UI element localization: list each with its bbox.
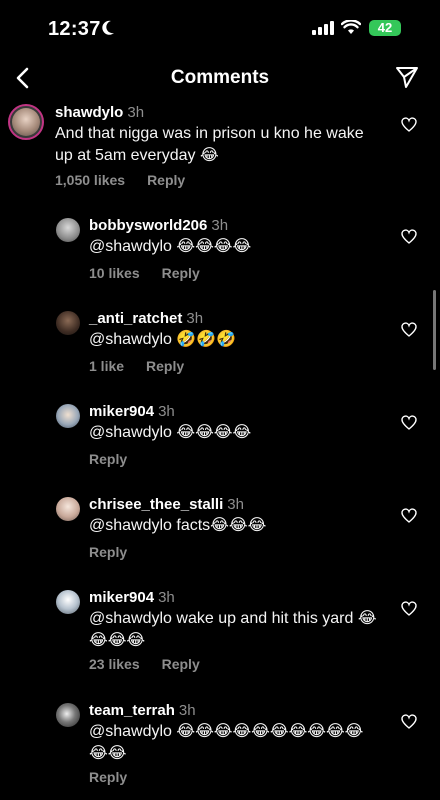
like-count[interactable]: 1,050 likes <box>55 172 125 188</box>
comment-meta: 1,050 likes Reply <box>55 172 185 188</box>
comment-meta: Reply <box>89 544 127 560</box>
comment-username[interactable]: miker904 3h <box>89 403 175 420</box>
reply-button[interactable]: Reply <box>89 769 127 785</box>
avatar[interactable] <box>56 311 80 335</box>
heart-icon[interactable] <box>401 714 417 729</box>
comment-meta: Reply <box>89 451 127 467</box>
comment-username[interactable]: chrisee_thee_stalli 3h <box>89 496 244 513</box>
avatar[interactable] <box>56 590 80 614</box>
wifi-icon <box>341 20 361 34</box>
comment-text: @shawdylo 🤣🤣🤣 <box>89 331 237 348</box>
comment-time: 3h <box>158 403 175 420</box>
comment-time: 3h <box>127 104 145 121</box>
like-count[interactable]: 10 likes <box>89 265 140 281</box>
comment-time: 3h <box>211 217 229 234</box>
avatar[interactable] <box>56 404 80 428</box>
reply-button[interactable]: Reply <box>162 265 200 281</box>
status-time: 12:37 <box>48 18 101 40</box>
reply-comment: miker904 3h @shawdylo wake up and hit thi… <box>0 582 440 692</box>
cellular-signal-icon <box>312 21 334 35</box>
moon-icon <box>102 20 114 35</box>
comment-text: @shawdylo 😂😂😂😂 <box>89 424 252 441</box>
comment-username[interactable]: _anti_ratchet 3h <box>89 310 203 327</box>
comment-meta: 1 like Reply <box>89 358 184 374</box>
comment-time: 3h <box>186 310 204 327</box>
avatar[interactable] <box>56 703 80 727</box>
heart-icon[interactable] <box>401 601 417 616</box>
page-title: Comments <box>170 67 270 88</box>
avatar[interactable] <box>8 104 44 140</box>
like-count[interactable]: 23 likes <box>89 656 140 672</box>
avatar[interactable] <box>56 497 80 521</box>
comment-meta: Reply <box>89 769 127 785</box>
comment-username[interactable]: team_terrah 3h <box>89 702 196 719</box>
comment-username[interactable]: bobbysworld206 3h <box>89 217 228 234</box>
reply-button[interactable]: Reply <box>89 451 127 467</box>
comment-text: @shawdylo 😂😂😂😂 <box>89 238 252 255</box>
comment-time: 3h <box>227 496 244 513</box>
scrollbar[interactable] <box>433 290 436 370</box>
reply-button[interactable]: Reply <box>162 656 200 672</box>
comment-username[interactable]: shawdylo 3h <box>55 104 144 121</box>
like-count[interactable]: 1 like <box>89 358 124 374</box>
battery-indicator: 42 <box>369 20 401 36</box>
comment-time: 3h <box>158 589 175 606</box>
heart-icon[interactable] <box>401 229 417 244</box>
main-comment: shawdylo 3h And that nigga was in prison … <box>0 100 440 200</box>
reply-button[interactable]: Reply <box>147 172 185 188</box>
status-bar: 12:37 42 <box>0 0 440 56</box>
heart-icon[interactable] <box>401 508 417 523</box>
heart-icon[interactable] <box>401 117 417 132</box>
comment-text: @shawdylo wake up and hit this yard 😂😂😂😂 <box>89 610 377 649</box>
comment-text: @shawdylo 😂😂😂😂😂😂😂😂😂😂😂😂 <box>89 723 364 762</box>
comment-text: And that nigga was in prison u kno he wa… <box>55 125 364 164</box>
heart-icon[interactable] <box>401 415 417 430</box>
send-icon[interactable] <box>394 64 420 90</box>
reply-button[interactable]: Reply <box>89 544 127 560</box>
reply-comment: miker904 3h @shawdylo 😂😂😂😂 Reply <box>0 396 440 482</box>
comment-username[interactable]: miker904 3h <box>89 589 175 606</box>
comment-time: 3h <box>178 702 196 719</box>
reply-comment: chrisee_thee_stalli 3h @shawdylo facts😂😂😂… <box>0 489 440 575</box>
reply-comment: bobbysworld206 3h @shawdylo 😂😂😂😂 10 likes… <box>0 210 440 296</box>
reply-comment: team_terrah 3h @shawdylo 😂😂😂😂😂😂😂😂😂😂😂😂 Rep… <box>0 695 440 800</box>
header: Comments <box>0 56 440 100</box>
battery-level: 42 <box>377 20 393 35</box>
reply-button[interactable]: Reply <box>146 358 184 374</box>
avatar[interactable] <box>56 218 80 242</box>
comment-meta: 23 likes Reply <box>89 656 200 672</box>
heart-icon[interactable] <box>401 322 417 337</box>
reply-comment: _anti_ratchet 3h @shawdylo 🤣🤣🤣 1 like Repl… <box>0 303 440 389</box>
comment-meta: 10 likes Reply <box>89 265 200 281</box>
comment-text: @shawdylo facts😂😂😂 <box>89 517 267 534</box>
